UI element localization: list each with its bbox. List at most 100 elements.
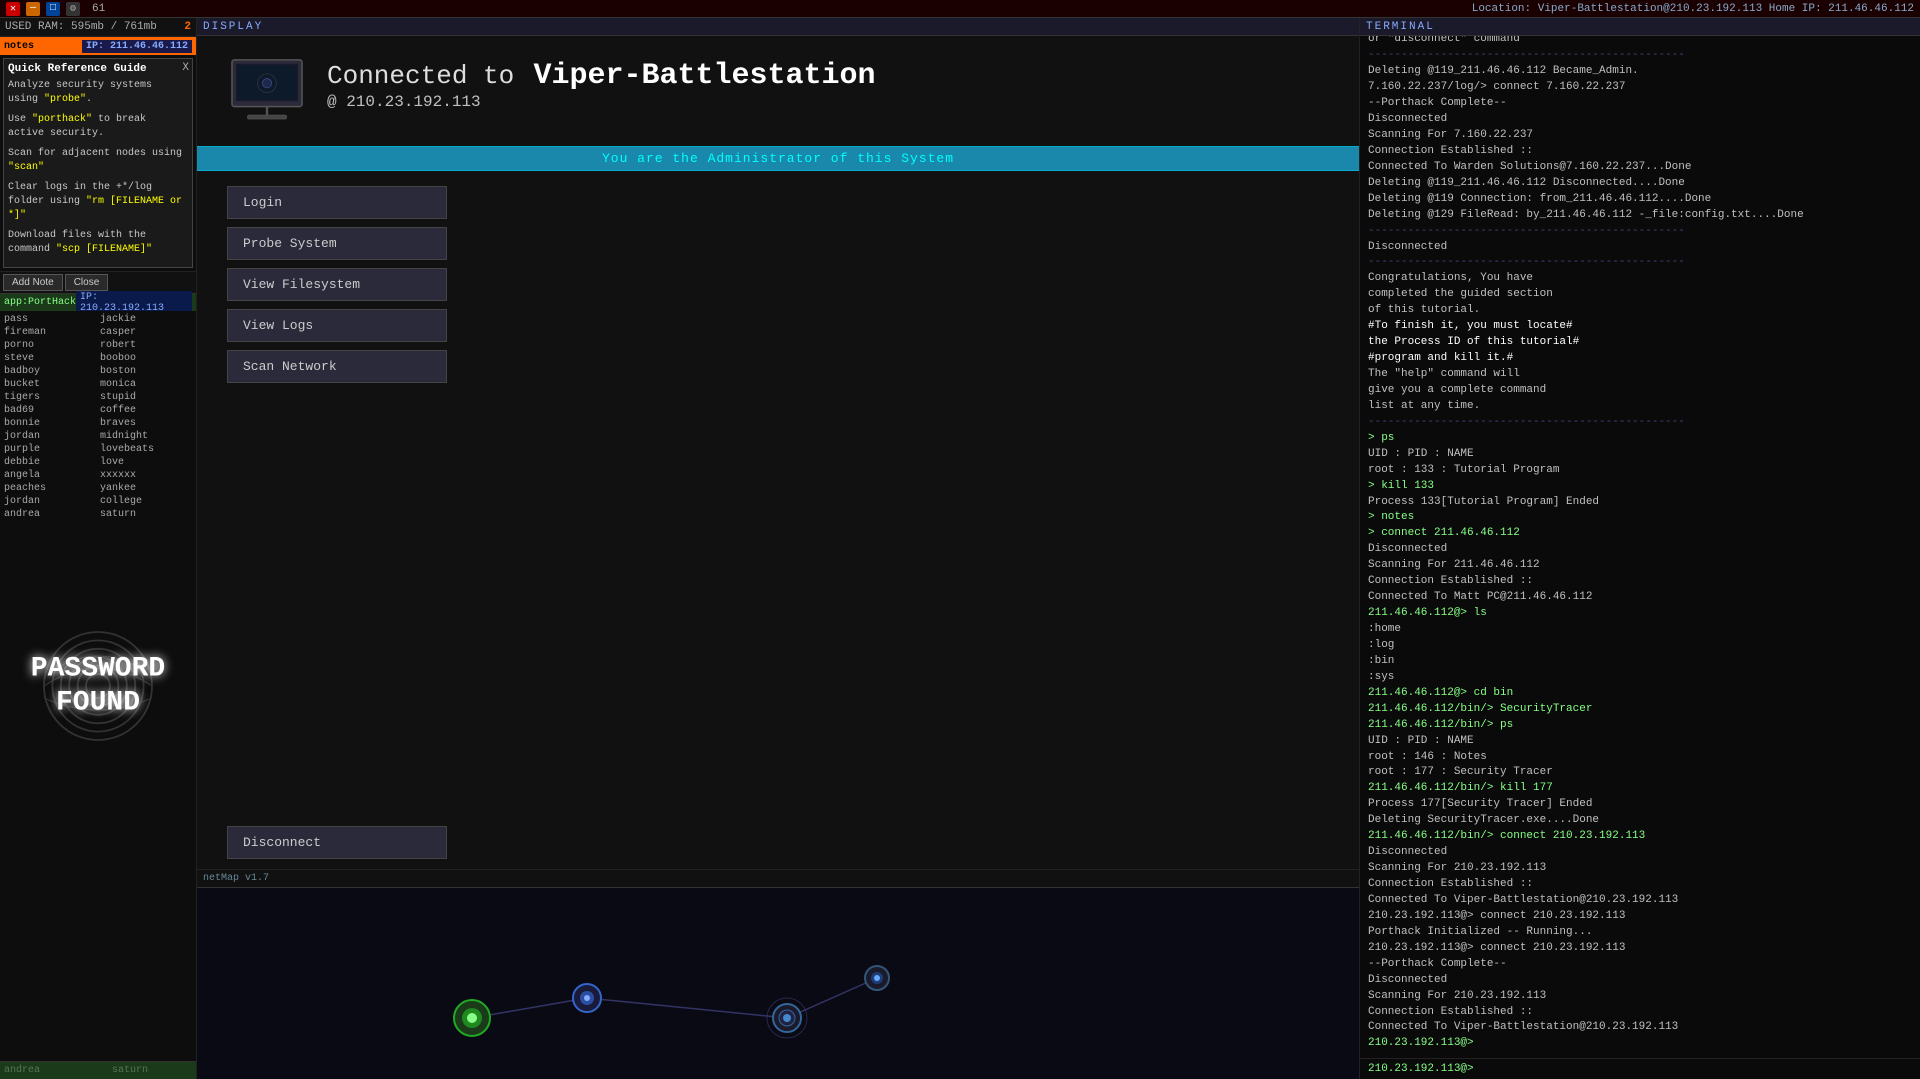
terminal-line: UID : PID : NAME xyxy=(1368,447,1912,463)
password-item: college xyxy=(98,495,194,508)
password-item: bad69 xyxy=(2,404,98,417)
terminal-line: 211.46.46.112/bin/> connect 210.23.192.1… xyxy=(1368,829,1912,845)
password-item: jordan xyxy=(2,495,98,508)
terminal-line: Deleting @129 FileRead: by_211.46.46.112… xyxy=(1368,208,1912,224)
terminal-line: give you a complete command xyxy=(1368,383,1912,399)
login-button[interactable]: Login xyxy=(227,186,447,219)
notes-label: notes xyxy=(4,41,34,52)
counter-label: 61 xyxy=(92,3,105,15)
password-item: pass xyxy=(2,313,98,326)
view-filesystem-button[interactable]: View Filesystem xyxy=(227,268,447,301)
password-item: fireman xyxy=(2,326,98,339)
notes-ip-bar: notes IP: 211.46.46.112 xyxy=(0,37,196,55)
terminal-line: #To finish it, you must locate# xyxy=(1368,319,1912,335)
terminal-input[interactable] xyxy=(1478,1063,1912,1075)
connected-section: Connected to Viper-Battlestation @ 210.2… xyxy=(197,36,1359,146)
terminal-line: 211.46.46.112/bin/> ps xyxy=(1368,718,1912,734)
netmap-canvas xyxy=(197,888,1359,1079)
view-logs-button[interactable]: View Logs xyxy=(227,309,447,342)
terminal-line: Scanning For 211.46.46.112 xyxy=(1368,558,1912,574)
connected-line1: Connected to xyxy=(327,61,514,91)
password-item: xxxxxx xyxy=(98,469,194,482)
terminal-header: TERMINAL xyxy=(1360,18,1920,36)
terminal-line: The "help" command will xyxy=(1368,367,1912,383)
netmap-section: netMap v1.7 xyxy=(197,869,1359,1079)
terminal-line: Connection Established :: xyxy=(1368,877,1912,893)
password-item: monica xyxy=(98,378,194,391)
middle-panel: DISPLAY Connected to Viper-Battlestation xyxy=(197,18,1360,1079)
terminal-line: Porthack Initialized -- Running... xyxy=(1368,925,1912,941)
quick-ref-close-button[interactable]: X xyxy=(182,62,189,74)
terminal-line: Connection Established :: xyxy=(1368,144,1912,160)
terminal-line: Process 177[Security Tracer] Ended xyxy=(1368,797,1912,813)
password-item: badboy xyxy=(2,365,98,378)
terminal-line: #program and kill it.# xyxy=(1368,351,1912,367)
terminal-line: > kill 133 xyxy=(1368,479,1912,495)
terminal-input-row: 210.23.192.113@> xyxy=(1360,1058,1920,1079)
password-section: passjackiefiremancasperpornorobertsteveb… xyxy=(0,311,196,1061)
terminal-line: Scanning For 210.23.192.113 xyxy=(1368,861,1912,877)
password-item: porno xyxy=(2,339,98,352)
password-item: andrea xyxy=(2,508,98,521)
terminal-line: Scanning For 7.160.22.237 xyxy=(1368,128,1912,144)
ram-label: USED RAM: 595mb / 761mb xyxy=(5,21,157,33)
terminal-line: Disconnected xyxy=(1368,845,1912,861)
admin-banner: You are the Administrator of this System xyxy=(197,146,1359,171)
scan-network-button[interactable]: Scan Network xyxy=(227,350,447,383)
terminal-line: Connection Established :: xyxy=(1368,1005,1912,1021)
password-item: coffee xyxy=(98,404,194,417)
password-item: bonnie xyxy=(2,417,98,430)
quick-ref-item-5: Download files with the command "scp [FI… xyxy=(8,229,188,257)
terminal-line: > connect 211.46.46.112 xyxy=(1368,526,1912,542)
terminal-line: list at any time. xyxy=(1368,399,1912,415)
ip-display: IP: 211.46.46.112 xyxy=(82,40,192,53)
location-display: Location: Viper-Battlestation@210.23.192… xyxy=(1472,3,1914,15)
terminal-line: 211.46.46.112@> cd bin xyxy=(1368,686,1912,702)
password-item: purple xyxy=(2,443,98,456)
terminal-line: --Porthack Complete-- xyxy=(1368,957,1912,973)
terminal-line: ----------------------------------------… xyxy=(1368,224,1912,240)
main-layout: USED RAM: 595mb / 761mb 2 notes IP: 211.… xyxy=(0,18,1920,1079)
terminal-line: Connection Established :: xyxy=(1368,574,1912,590)
terminal-line: > notes xyxy=(1368,510,1912,526)
probe-system-button[interactable]: Probe System xyxy=(227,227,447,260)
password-item: angela xyxy=(2,469,98,482)
settings-button[interactable]: ⚙ xyxy=(66,2,80,16)
maximize-window-button[interactable]: □ xyxy=(46,2,60,16)
password-item: stupid xyxy=(98,391,194,404)
disconnect-button[interactable]: Disconnect xyxy=(227,826,447,859)
password-item: robert xyxy=(98,339,194,352)
minimize-window-button[interactable]: — xyxy=(26,2,40,16)
connected-heading: Connected to Viper-Battlestation xyxy=(327,56,876,93)
quick-ref-panel: Quick Reference Guide X Analyze security… xyxy=(3,58,193,268)
terminal-line: Deleting @119 Connection: from_211.46.46… xyxy=(1368,192,1912,208)
terminal-line: > ps xyxy=(1368,431,1912,447)
left-panel-bottom: andrea saturn xyxy=(0,1061,196,1079)
terminal-line: root : 133 : Tutorial Program xyxy=(1368,463,1912,479)
close-note-button[interactable]: Close xyxy=(65,274,109,291)
terminal-line: :log xyxy=(1368,638,1912,654)
ram-count: 2 xyxy=(184,21,191,33)
terminal-line: root : 177 : Security Tracer xyxy=(1368,765,1912,781)
computer-icon xyxy=(227,56,307,126)
connected-info: Connected to Viper-Battlestation @ 210.2… xyxy=(327,56,876,111)
terminal-line: :bin xyxy=(1368,654,1912,670)
top-bar-left: ✕ — □ ⚙ 61 xyxy=(6,2,105,16)
terminal-line: Congratulations, You have xyxy=(1368,271,1912,287)
quick-ref-item-3: Scan for adjacent nodes using "scan" xyxy=(8,147,188,175)
terminal-line: :home xyxy=(1368,622,1912,638)
add-note-button[interactable]: Add Note xyxy=(3,274,63,291)
terminal-prompt: 210.23.192.113@> xyxy=(1368,1063,1474,1075)
app-label: app:PortHack xyxy=(4,297,76,308)
password-item: bucket xyxy=(2,378,98,391)
close-window-button[interactable]: ✕ xyxy=(6,2,20,16)
password-item: saturn xyxy=(98,508,194,521)
terminal-line: Disconnected xyxy=(1368,973,1912,989)
terminal-output[interactable]: Note: the wildcard "*" indicates'All'.--… xyxy=(1360,36,1920,1058)
terminal-line: the Process ID of this tutorial# xyxy=(1368,335,1912,351)
right-panel: TERMINAL Note: the wildcard "*" indicate… xyxy=(1360,18,1920,1079)
terminal-line: or "disconnect" command xyxy=(1368,36,1912,48)
password-item: booboo xyxy=(98,352,194,365)
connected-line2: Viper-Battlestation xyxy=(533,59,875,93)
quick-ref-item-1: Analyze security systems using "probe". xyxy=(8,79,188,107)
